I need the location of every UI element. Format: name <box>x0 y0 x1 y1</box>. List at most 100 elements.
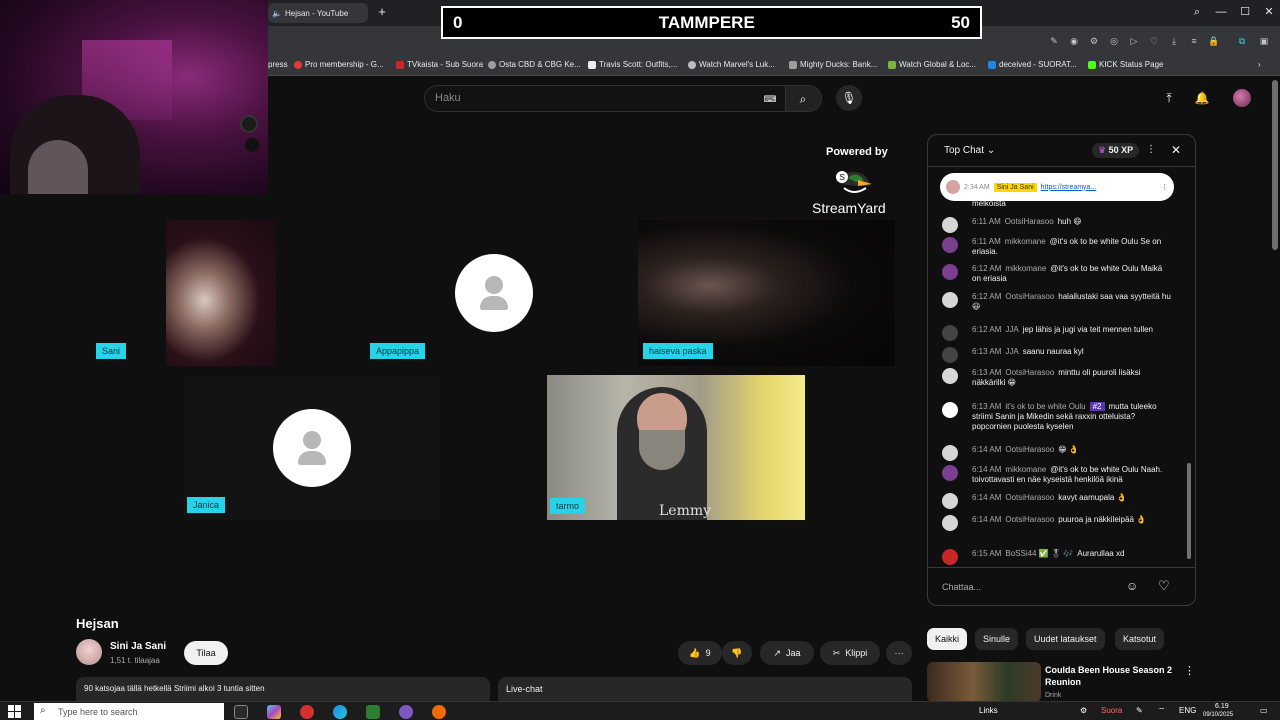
chip-katsotut[interactable]: Katsotut <box>1115 628 1165 650</box>
video-player[interactable] <box>76 132 912 602</box>
chat-message[interactable]: 6:14 AM OotsiHarasoo 😁 👌 <box>942 445 1172 461</box>
close-window-button[interactable]: ✕ <box>1259 4 1279 20</box>
bookmarks-overflow-icon[interactable]: › <box>1258 60 1261 69</box>
related-video-menu-icon[interactable]: ⋮ <box>1184 664 1195 677</box>
links-toolbar[interactable]: Links <box>979 706 998 715</box>
chip-kaikki[interactable]: Kaikki <box>927 628 968 650</box>
chat-author-name[interactable]: OotsiHarasoo <box>1005 368 1054 377</box>
network-icon[interactable]: ⚙ <box>1080 706 1087 715</box>
clip-button[interactable]: ✂ Klippi <box>820 641 880 665</box>
settings-icon[interactable]: ⚙ <box>1088 35 1100 47</box>
chat-message[interactable]: 6:12 AM OotsiHarasoo halailustaki saa vaa … <box>942 292 1172 312</box>
opera-icon[interactable] <box>300 705 314 719</box>
close-chat-icon[interactable]: ✕ <box>1171 143 1181 157</box>
related-video-title[interactable]: Coulda Been House Season 2 Reunion <box>1045 664 1175 688</box>
windows-start-icon[interactable] <box>8 705 22 719</box>
record-icon[interactable]: ◎ <box>1108 35 1120 47</box>
chat-author-avatar[interactable] <box>942 402 958 418</box>
chat-author-avatar[interactable] <box>942 445 958 461</box>
pinned-menu-icon[interactable]: ⋮ <box>1161 183 1168 191</box>
voice-search-button[interactable]: 🎙 <box>836 85 862 111</box>
chat-scrollbar[interactable] <box>1187 463 1191 559</box>
chat-message[interactable]: 6:13 AM OotsiHarasoo minttu oli puuroli li… <box>942 368 1172 388</box>
pen-icon[interactable]: ✎ <box>1136 706 1143 715</box>
share-button[interactable]: ↗ Jaa <box>760 641 814 665</box>
chip-uudet-lataukset[interactable]: Uudet lataukset <box>1026 628 1105 650</box>
chat-menu-icon[interactable]: ⋮ <box>1146 144 1156 155</box>
account-avatar[interactable] <box>1233 89 1251 107</box>
chat-author-name[interactable]: JJA <box>1005 347 1018 356</box>
speaker-icon[interactable]: 🔈 <box>272 9 282 18</box>
bookmark-item[interactable]: Watch Marvel's Luk... <box>688 60 775 69</box>
download-icon[interactable]: ⤓ <box>1168 35 1180 47</box>
bookmark-item[interactable]: deceived - SUORAT... <box>988 60 1077 69</box>
extensions-menu-icon[interactable]: ▣ <box>1258 35 1270 47</box>
related-video-thumbnail[interactable] <box>927 662 1041 702</box>
bookmark-item[interactable]: Pro membership - G... <box>294 60 384 69</box>
chat-author-name[interactable]: OotsiHarasoo <box>1005 217 1054 226</box>
task-view-icon[interactable] <box>234 705 248 719</box>
chat-author-avatar[interactable] <box>942 515 958 531</box>
chat-author-name[interactable]: OotsiHarasoo <box>1005 292 1054 301</box>
chat-author-name[interactable]: it's ok to be white Oulu <box>1005 402 1085 411</box>
like-button[interactable]: 👍 9 <box>678 641 722 665</box>
chat-message[interactable]: 6:15 AM BoSSi44 ✅ 🎖 🎶 Aurarullaa xd <box>942 549 1172 565</box>
emoji-icon[interactable]: ☺ <box>1126 579 1138 593</box>
edit-icon[interactable]: ✎ <box>1048 35 1060 47</box>
play-icon[interactable]: ▷ <box>1128 35 1140 47</box>
chat-message[interactable]: 6:14 AM mikkomane @it's ok to be white Oul… <box>942 465 1172 485</box>
chat-author-avatar[interactable] <box>942 325 958 341</box>
subscribe-button[interactable]: Tilaa <box>184 641 228 665</box>
chat-author-name[interactable]: JJA <box>1005 325 1018 334</box>
keyboard-icon[interactable]: ⌨ <box>762 91 778 107</box>
chat-author-name[interactable]: mikkomane <box>1005 237 1046 246</box>
bookmark-item[interactable]: KICK Status Page <box>1088 60 1163 69</box>
minimize-button[interactable]: — <box>1211 4 1231 20</box>
spreadsheet-app-icon[interactable] <box>366 705 380 719</box>
chat-message[interactable]: 6:11 AM mikkomane @it's ok to be white Oul… <box>942 237 1172 257</box>
media-app-icon[interactable] <box>432 705 446 719</box>
chat-message[interactable]: 6:12 AM mikkomane @it's ok to be white Oul… <box>942 264 1172 284</box>
notifications-icon[interactable]: ▭ <box>1260 706 1268 715</box>
menu-icon[interactable]: ≡ <box>1188 35 1200 47</box>
chat-author-name[interactable]: OotsiHarasoo <box>1005 515 1054 524</box>
bookmark-item[interactable]: Watch Global & Loc... <box>888 60 976 69</box>
extension-icon[interactable]: ⧉ <box>1236 35 1248 47</box>
chat-author-avatar[interactable] <box>942 368 958 384</box>
heart-icon[interactable]: ♡ <box>1148 35 1160 47</box>
clock-time[interactable]: 6.19 <box>1215 703 1229 710</box>
chat-mode-dropdown[interactable]: Top Chat ⌄ <box>944 145 995 156</box>
chat-author-avatar[interactable] <box>942 465 958 481</box>
dislike-button[interactable]: 👎 <box>722 641 752 665</box>
chat-author-name[interactable]: OotsiHarasoo <box>1005 445 1054 454</box>
language-indicator[interactable]: ENG <box>1179 706 1196 715</box>
chat-message[interactable]: 6:14 AM OotsiHarasoo kavyt aamupala 👌 <box>942 493 1172 509</box>
chat-author-avatar[interactable] <box>942 549 958 565</box>
bookmark-item[interactable]: Mighty Ducks: Bank... <box>789 60 877 69</box>
chat-author-name[interactable]: OotsiHarasoo <box>1005 493 1054 502</box>
chip-sinulle[interactable]: Sinulle <box>975 628 1019 650</box>
taskbar-search-input[interactable]: Type here to search <box>34 703 224 720</box>
lock-icon[interactable]: 🔒 <box>1208 35 1220 47</box>
chat-author-name[interactable]: BoSSi44 ✅ 🎖 🎶 <box>1005 549 1073 558</box>
chat-message[interactable]: 6:12 AM JJA jep lähis ja jugi via teit men… <box>942 325 1172 341</box>
chat-author-name[interactable]: mikkomane <box>1005 465 1046 474</box>
chat-author-avatar[interactable] <box>942 237 958 253</box>
bookmark-item[interactable]: TVkaista - Sub Suora <box>396 60 483 69</box>
bell-icon[interactable]: 🔔 <box>1194 90 1210 106</box>
search-tabs-icon[interactable]: ⌕ <box>1187 4 1207 20</box>
chat-input[interactable]: Chattaa... <box>942 577 1122 597</box>
chat-author-avatar[interactable] <box>942 264 958 280</box>
edge-icon[interactable] <box>333 705 347 719</box>
chat-message[interactable]: 6:11 AM OotsiHarasoo huh 😄 <box>942 217 1172 233</box>
page-scrollbar[interactable] <box>1272 80 1278 250</box>
chat-message[interactable]: 6:13 AM JJA saanu nauraa kyl <box>942 347 1172 363</box>
bookmark-item[interactable]: press <box>268 60 288 69</box>
related-video-channel[interactable]: Drink <box>1045 692 1061 699</box>
xp-badge[interactable]: ♛ 50 XP <box>1092 143 1140 158</box>
discord-icon[interactable] <box>399 705 413 719</box>
new-tab-button[interactable]: + <box>374 4 390 20</box>
heart-icon[interactable]: ♡ <box>1158 578 1170 594</box>
live-indicator[interactable]: Suora <box>1101 706 1122 715</box>
upload-icon[interactable]: ⤒ <box>1161 90 1177 106</box>
